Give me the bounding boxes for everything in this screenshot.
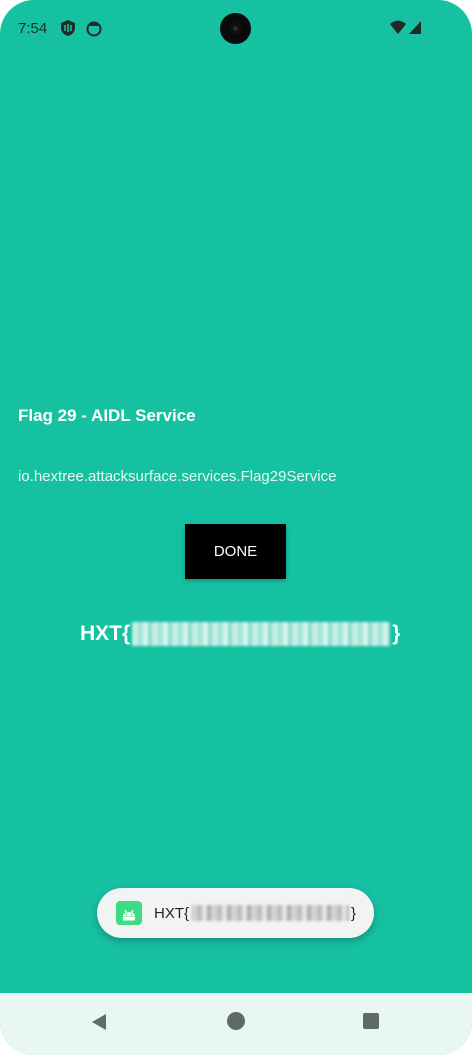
toast-prefix: HXT{ <box>154 904 190 922</box>
status-time: 7:54 <box>18 20 48 37</box>
home-icon[interactable] <box>226 1011 246 1036</box>
recents-icon[interactable] <box>362 1012 380 1035</box>
service-class-name: io.hextree.attacksurface.services.Flag29… <box>18 468 337 485</box>
notification-face-icon <box>86 19 102 42</box>
android-app-icon <box>116 901 142 925</box>
redacted-flag-content <box>132 622 391 646</box>
done-button[interactable]: DONE <box>185 524 286 579</box>
flag-suffix: } <box>392 622 401 645</box>
navigation-bar <box>0 993 472 1055</box>
page-title: Flag 29 - AIDL Service <box>18 406 196 425</box>
status-bar: 7:54 <box>0 0 472 58</box>
back-icon[interactable] <box>89 1012 109 1037</box>
toast-message: HXT{ } <box>97 888 374 938</box>
cellular-signal-icon <box>408 20 422 40</box>
flag-text: HXT{ } <box>80 619 400 649</box>
toast-text: HXT{ } <box>154 903 356 923</box>
flag-prefix: HXT{ <box>80 622 131 645</box>
shield-app-icon <box>59 19 77 42</box>
redacted-toast-content <box>191 905 350 921</box>
device-screen: 7:54 Flag 29 - AIDL Service io.hextree.a… <box>0 0 472 1055</box>
toast-suffix: } <box>351 904 357 922</box>
camera-cutout <box>220 13 251 44</box>
wifi-icon <box>389 20 407 40</box>
